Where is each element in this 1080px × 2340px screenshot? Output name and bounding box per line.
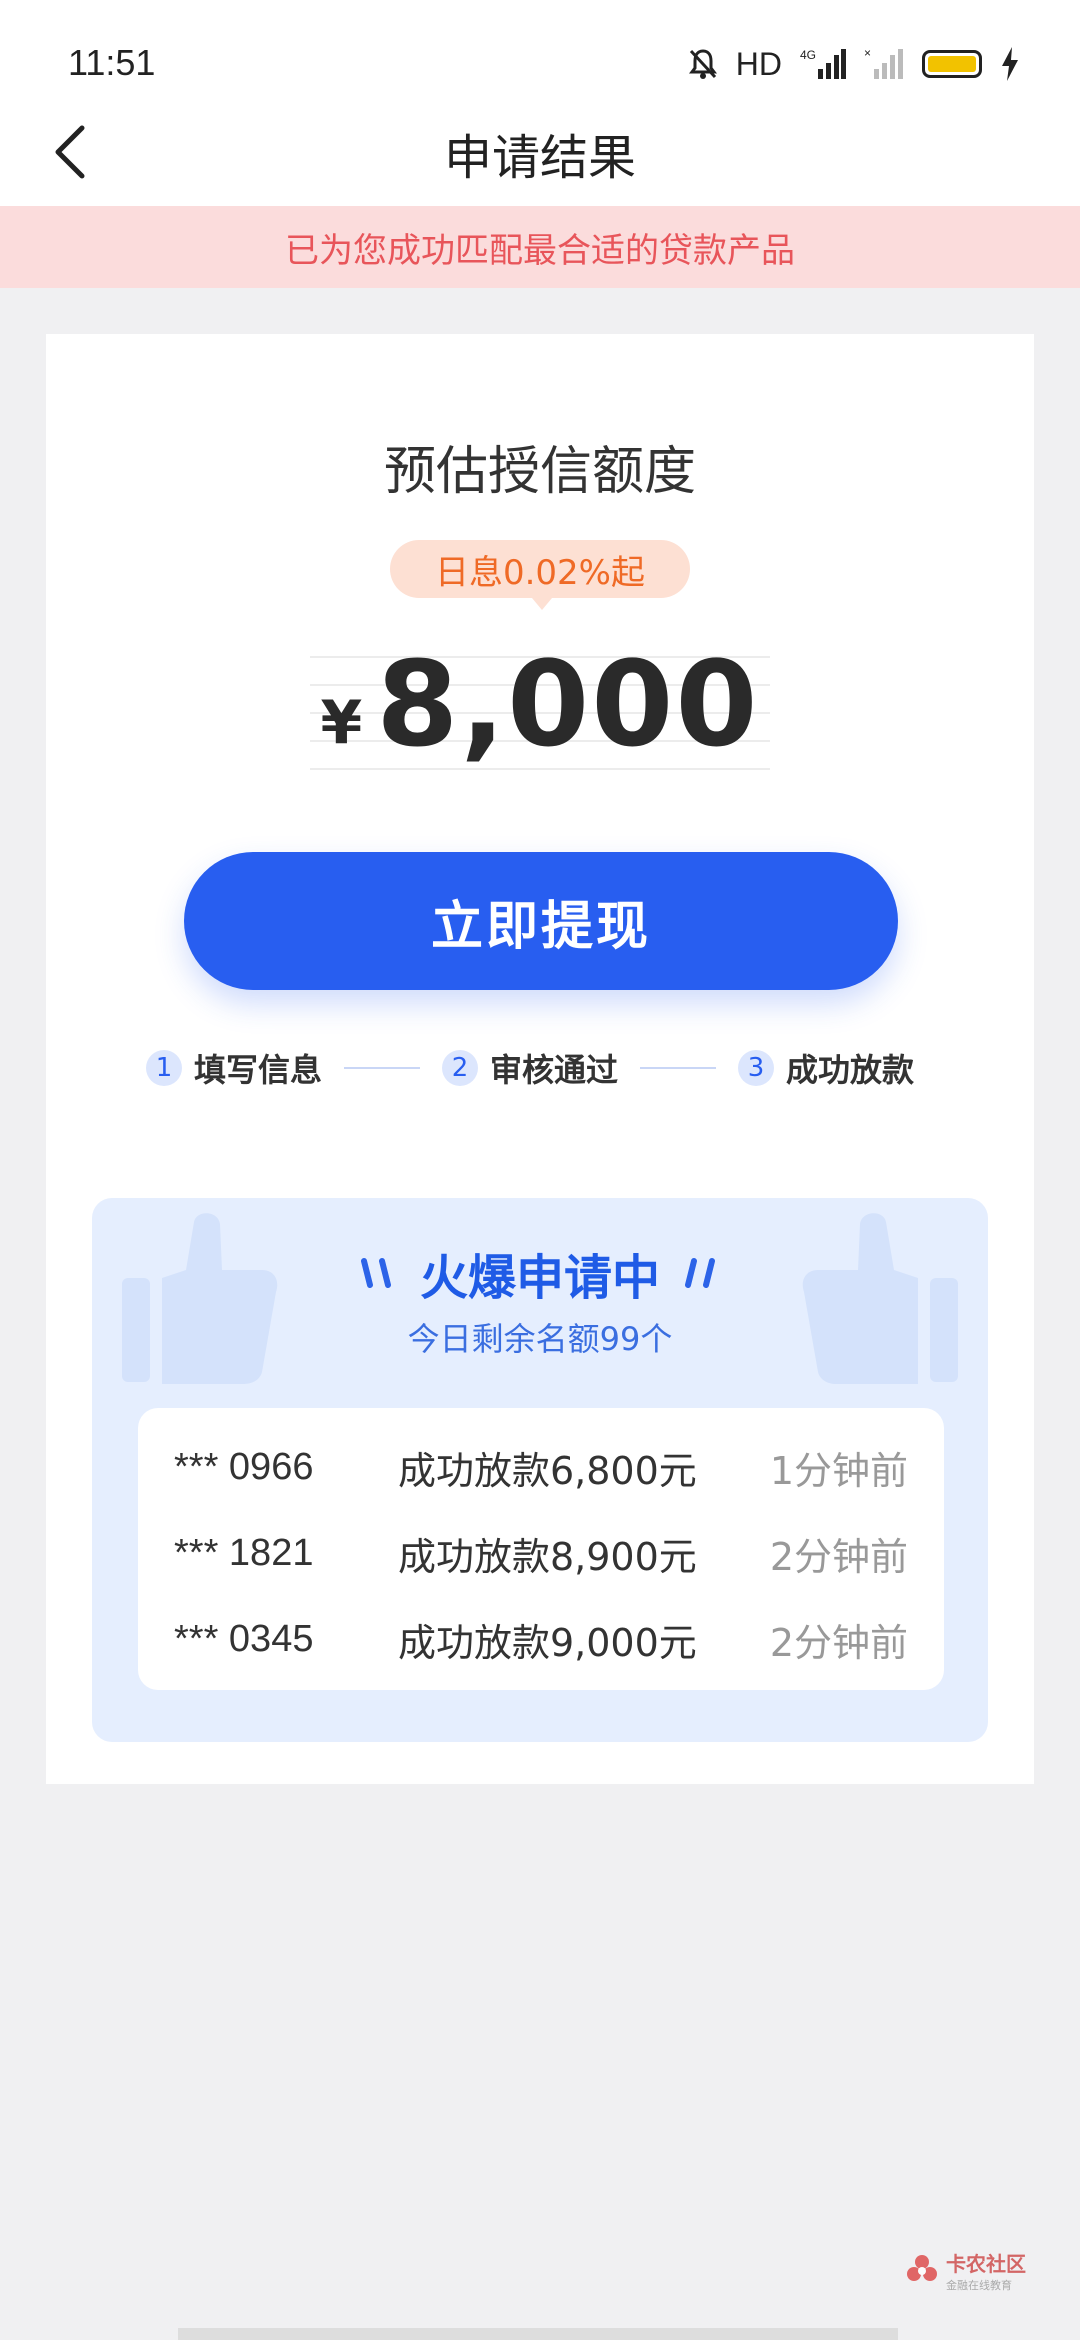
svg-text:4G: 4G [800, 48, 816, 62]
rate-text: 日息0.02%起 [434, 552, 645, 593]
step-1: 1 填写信息 [146, 1045, 322, 1091]
step-number: 3 [738, 1050, 775, 1086]
step-label: 填写信息 [194, 1051, 323, 1089]
deco-lines-icon [360, 1258, 391, 1288]
step-number: 1 [146, 1050, 182, 1086]
battery-fill [928, 56, 976, 72]
deco-lines-icon [685, 1258, 715, 1288]
popular-subtitle: 今日剩余名额99个 [407, 1320, 673, 1358]
record-time: 1分钟前 [769, 1448, 908, 1493]
flower-logo-icon [907, 2255, 937, 2281]
notice-banner: 已为您成功匹配最合适的贷款产品 [0, 206, 1080, 288]
watermark-title: 卡农社区 [946, 2251, 1026, 2276]
step-2: 2 审核通过 [442, 1045, 618, 1091]
status-time: 11:51 [68, 42, 156, 83]
record-desc: 成功放款8,900元 [398, 1534, 697, 1579]
currency-symbol: ¥ [320, 688, 363, 758]
main-card: 预估授信额度 日息0.02%起 ¥ 8,000 立即提现 1 填写信息 2 审核… [46, 334, 1034, 1784]
hd-icon: HD [735, 45, 782, 82]
quota-title: 预估授信额度 [383, 442, 696, 502]
record-phone: *** 1821 [174, 1531, 314, 1574]
svg-text:×: × [864, 47, 871, 60]
popular-section: 火爆申请中 今日剩余名额99个 *** 0966 成功放款6,800元 1分钟前… [92, 1198, 988, 1742]
watermark: 卡农社区 金融在线教育 [904, 2248, 1026, 2293]
step-label: 审核通过 [490, 1051, 619, 1089]
rate-badge: 日息0.02%起 [390, 540, 690, 610]
bottom-scroll-bar [178, 2328, 898, 2340]
record-time: 2分钟前 [769, 1534, 908, 1579]
signal-4g-icon: 4G [800, 48, 846, 79]
page-title: 申请结果 [443, 130, 636, 186]
popular-title-row: 火爆申请中 [92, 1238, 988, 1308]
watermark-subtitle: 金融在线教育 [946, 2278, 1012, 2292]
step-label: 成功放款 [786, 1051, 915, 1089]
watermark-text: 卡农社区 金融在线教育 [946, 2248, 1026, 2293]
charging-icon [1002, 47, 1018, 81]
app-header: 申请结果 [0, 100, 1080, 206]
amount-value: 8,000 [376, 635, 760, 773]
status-icons: HD 4G × [688, 44, 1020, 84]
step-divider [344, 1067, 421, 1069]
process-steps: 1 填写信息 2 审核通过 3 成功放款 [146, 1046, 946, 1090]
record-desc: 成功放款6,800元 [398, 1448, 697, 1493]
record-desc: 成功放款9,000元 [398, 1620, 697, 1665]
withdraw-button[interactable]: 立即提现 [184, 852, 898, 990]
battery-icon [922, 50, 982, 78]
list-item: *** 0966 成功放款6,800元 1分钟前 [138, 1424, 944, 1510]
loan-records: *** 0966 成功放款6,800元 1分钟前 *** 1821 成功放款8,… [138, 1408, 944, 1690]
step-divider [640, 1067, 717, 1069]
notice-text: 已为您成功匹配最合适的贷款产品 [285, 230, 795, 271]
signal-no-sim-icon: × [864, 47, 903, 79]
record-phone: *** 0345 [174, 1617, 314, 1660]
mute-bell-icon [688, 49, 717, 79]
amount-inner: ¥ 8,000 [310, 630, 770, 778]
record-time: 2分钟前 [769, 1620, 908, 1665]
list-item: *** 0345 成功放款9,000元 2分钟前 [138, 1596, 944, 1682]
step-3: 3 成功放款 [738, 1045, 914, 1091]
withdraw-label: 立即提现 [430, 897, 651, 956]
list-item: *** 1821 成功放款8,900元 2分钟前 [138, 1510, 944, 1596]
popular-title: 火爆申请中 [419, 1250, 660, 1306]
record-phone: *** 0966 [174, 1445, 314, 1488]
amount-display: ¥ 8,000 [310, 630, 770, 778]
step-number: 2 [442, 1050, 479, 1086]
